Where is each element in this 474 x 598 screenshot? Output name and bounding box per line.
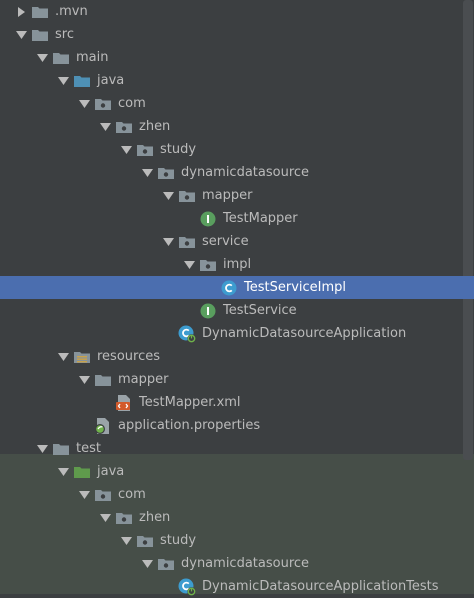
tree-node-testmapper-xml[interactable]: TestMapper.xml [0, 391, 474, 414]
folder-icon [51, 439, 71, 459]
package-icon [93, 485, 113, 505]
interface-icon [198, 301, 218, 321]
tree-node-zhen[interactable]: zhen [0, 115, 474, 138]
collapse-arrow-icon[interactable] [96, 506, 114, 529]
tree-node-mvn[interactable]: .mvn [0, 0, 474, 23]
tree-node-study[interactable]: study [0, 138, 474, 161]
tree-node-impl[interactable]: impl [0, 253, 474, 276]
tree-node-label: zhen [139, 119, 171, 134]
project-tree: .mvn src main java com zhen study dynamicdataso… [0, 0, 474, 596]
tree-node-test[interactable]: test [0, 437, 474, 460]
folder-icon [30, 25, 50, 45]
package-icon [114, 117, 134, 137]
tree-node-service[interactable]: service [0, 230, 474, 253]
tree-node-label: resources [97, 349, 161, 364]
folder-icon [51, 48, 71, 68]
tree-node-label: .mvn [55, 4, 88, 19]
tree-node-label: dynamicdatasource [181, 556, 310, 571]
package-icon [114, 508, 134, 528]
tree-node-label: study [160, 142, 197, 157]
tree-node-dynamicdatasourceapplication[interactable]: DynamicDatasourceApplication [0, 322, 474, 345]
tree-node-mapper[interactable]: mapper [0, 184, 474, 207]
tree-node-label: service [202, 234, 249, 249]
collapse-arrow-icon[interactable] [54, 345, 72, 368]
collapse-arrow-icon[interactable] [138, 161, 156, 184]
resources-folder-icon [72, 347, 92, 367]
tree-node-src[interactable]: src [0, 23, 474, 46]
tree-node-dynamicdatasource[interactable]: dynamicdatasource [0, 552, 474, 575]
tree-node-label: TestMapper.xml [139, 395, 241, 410]
xml-file-icon [114, 393, 134, 413]
collapse-arrow-icon[interactable] [54, 460, 72, 483]
tree-node-com[interactable]: com [0, 92, 474, 115]
class-icon [219, 278, 239, 298]
tree-node-label: test [76, 441, 101, 456]
tree-node-label: TestService [223, 303, 297, 318]
tree-node-testserviceimpl[interactable]: TestServiceImpl [0, 276, 474, 299]
package-icon [156, 554, 176, 574]
collapse-arrow-icon[interactable] [54, 69, 72, 92]
tree-node-main[interactable]: main [0, 46, 474, 69]
spring-boot-class-icon [177, 324, 197, 344]
collapse-arrow-icon[interactable] [33, 46, 51, 69]
tree-node-label: java [97, 73, 125, 88]
java-test-folder-icon [72, 462, 92, 482]
tree-node-label: java [97, 464, 125, 479]
tree-node-label: src [55, 27, 74, 42]
collapse-arrow-icon[interactable] [159, 230, 177, 253]
tree-node-label: DynamicDatasourceApplicationTests [202, 579, 439, 594]
tree-node-label: study [160, 533, 197, 548]
tree-node-java[interactable]: java [0, 460, 474, 483]
collapse-arrow-icon[interactable] [75, 483, 93, 506]
tree-node-label: impl [223, 257, 252, 272]
collapse-arrow-icon[interactable] [33, 437, 51, 460]
tree-node-mapper[interactable]: mapper [0, 368, 474, 391]
package-icon [177, 232, 197, 252]
collapse-arrow-icon[interactable] [159, 184, 177, 207]
collapse-arrow-icon[interactable] [180, 253, 198, 276]
tree-node-zhen[interactable]: zhen [0, 506, 474, 529]
tree-node-com[interactable]: com [0, 483, 474, 506]
java-source-folder-icon [72, 71, 92, 91]
package-icon [198, 255, 218, 275]
properties-file-icon [93, 416, 113, 436]
tree-node-dynamicdatasourceapplicationtests[interactable]: DynamicDatasourceApplicationTests [0, 575, 474, 598]
folder-icon [30, 2, 50, 22]
package-icon [135, 531, 155, 551]
tree-node-testmapper[interactable]: TestMapper [0, 207, 474, 230]
package-icon [156, 163, 176, 183]
package-icon [177, 186, 197, 206]
expand-arrow-icon[interactable] [12, 0, 30, 23]
tree-node-dynamicdatasource[interactable]: dynamicdatasource [0, 161, 474, 184]
collapse-arrow-icon[interactable] [96, 115, 114, 138]
tree-node-resources[interactable]: resources [0, 345, 474, 368]
package-icon [135, 140, 155, 160]
folder-icon [93, 370, 113, 390]
tree-node-label: DynamicDatasourceApplication [202, 326, 407, 341]
collapse-arrow-icon[interactable] [75, 368, 93, 391]
tree-node-label: zhen [139, 510, 171, 525]
collapse-arrow-icon[interactable] [138, 552, 156, 575]
tree-node-testservice[interactable]: TestService [0, 299, 474, 322]
tree-node-label: TestServiceImpl [244, 280, 347, 295]
collapse-arrow-icon[interactable] [12, 23, 30, 46]
tree-node-label: TestMapper [223, 211, 298, 226]
tree-node-study[interactable]: study [0, 529, 474, 552]
tree-node-label: mapper [202, 188, 253, 203]
tree-node-java[interactable]: java [0, 69, 474, 92]
tree-node-label: application.properties [118, 418, 261, 433]
tree-node-label: com [118, 487, 146, 502]
tree-node-label: dynamicdatasource [181, 165, 310, 180]
tree-node-label: main [76, 50, 109, 65]
tree-node-application-properties[interactable]: application.properties [0, 414, 474, 437]
package-icon [93, 94, 113, 114]
tree-node-label: com [118, 96, 146, 111]
collapse-arrow-icon[interactable] [117, 138, 135, 161]
tree-node-label: mapper [118, 372, 169, 387]
interface-icon [198, 209, 218, 229]
collapse-arrow-icon[interactable] [75, 92, 93, 115]
collapse-arrow-icon[interactable] [117, 529, 135, 552]
